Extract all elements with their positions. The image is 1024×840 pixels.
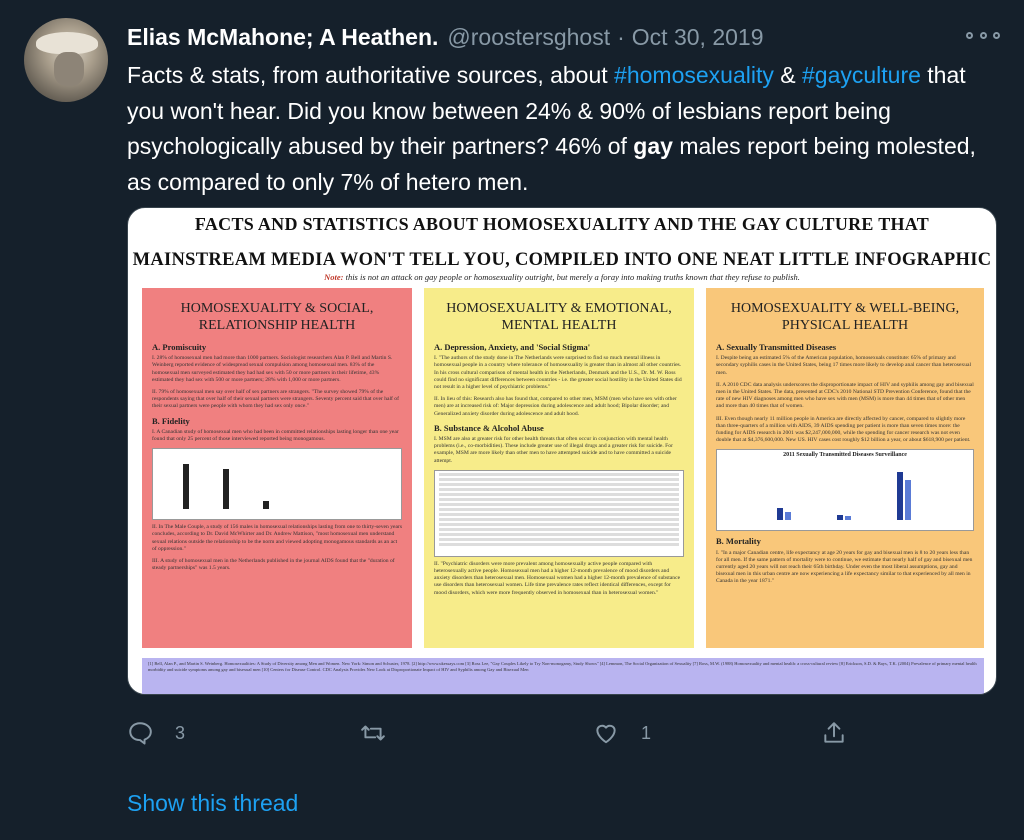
reply-button[interactable]: 3 [127, 720, 185, 746]
reply-count: 3 [175, 722, 186, 743]
paragraph: II. 79% of homosexual men say over half … [152, 389, 399, 410]
paragraph: I. 28% of homosexual men had more than 1… [152, 355, 393, 383]
chart-title: 2011 Sexually Transmitted Diseases Surve… [783, 452, 907, 459]
infographic-title-line2: MAINSTREAM MEDIA WON'T TELL YOU, COMPILE… [132, 250, 992, 270]
tweet-text: Facts & stats, from authoritative source… [127, 58, 1002, 200]
chart-bar [837, 515, 843, 521]
column-physical-health: HOMOSEXUALITY & WELL-BEING, PHYSICAL HEA… [706, 288, 984, 648]
like-button[interactable]: 1 [593, 720, 651, 746]
tweet-actions: 3 1 [127, 720, 847, 748]
section-heading: A. Depression, Anxiety, and 'Social Stig… [434, 342, 591, 352]
paragraph: III. Even though nearly 11 million peopl… [716, 415, 971, 444]
paragraph: I. MSM are also at greater risk for othe… [434, 436, 673, 464]
infographic-title-line1: FACTS AND STATISTICS ABOUT HOMOSEXUALITY… [194, 214, 930, 234]
reply-icon [129, 722, 152, 745]
column-social-health: HOMOSEXUALITY & SOCIAL, RELATIONSHIP HEA… [142, 288, 412, 648]
show-thread-link[interactable]: Show this thread [127, 790, 298, 817]
share-icon [824, 722, 844, 743]
column-heading: HOMOSEXUALITY & SOCIAL, RELATIONSHIP HEA… [180, 301, 374, 333]
retweet-button[interactable] [360, 720, 408, 746]
prevalence-table-image [434, 469, 684, 557]
paragraph: III. A study of homosexual men in the Ne… [152, 558, 395, 572]
column-heading: HOMOSEXUALITY & EMOTIONAL, MENTAL HEALTH [446, 301, 672, 333]
author-avatar[interactable] [24, 18, 108, 102]
author-handle[interactable]: @roostersghost [447, 24, 610, 51]
tweet-text-part: Facts & stats, from authoritative source… [127, 62, 615, 88]
column-mental-health: HOMOSEXUALITY & EMOTIONAL, MENTAL HEALTH… [424, 288, 694, 648]
tweet-date[interactable]: Oct 30, 2019 [632, 24, 764, 51]
hashtag-homosexuality[interactable]: #homosexuality [614, 62, 774, 88]
chart-bar [263, 501, 269, 510]
like-count: 1 [641, 722, 652, 743]
author-name[interactable]: Elias McMahone; A Heathen. [127, 24, 438, 51]
chart-bar [777, 508, 783, 521]
chart-bar [897, 472, 903, 521]
avatar-face [54, 52, 84, 86]
chart-bar [845, 516, 851, 521]
tweet-text-part: & [773, 62, 802, 88]
chart-bar [785, 512, 791, 521]
tweet-text-bold: gay [633, 133, 673, 159]
tweet-header: Elias McMahone; A Heathen. @roostersghos… [127, 22, 764, 52]
section-heading: B. Fidelity [152, 415, 190, 426]
fidelity-chart-image [152, 448, 402, 521]
section-heading: A. Sexually Transmitted Diseases [716, 342, 837, 352]
heart-icon [596, 724, 616, 744]
section-heading: B. Mortality [716, 536, 761, 547]
paragraph: I. A Canadian study of homosexual men wh… [152, 428, 399, 443]
header-separator: · [617, 23, 625, 50]
section-heading: A. Promiscuity [152, 342, 207, 352]
more-options-icon[interactable] [966, 24, 1000, 46]
paragraph: II. A 2010 CDC data analysis underscores… [716, 381, 974, 410]
share-button[interactable] [821, 720, 847, 746]
paragraph: II. In lieu of this: Research also has f… [434, 396, 677, 417]
paragraph: I. Despite being an estimated 5% of the … [716, 355, 972, 376]
infographic-note: Note: this is not an attack on gay peopl… [128, 272, 996, 282]
chart-bar [183, 464, 189, 510]
note-label: Note: [324, 272, 344, 282]
chart-bar [905, 480, 911, 521]
paragraph: II. In The Male Couple, a study of 156 m… [152, 524, 403, 552]
hashtag-gayculture[interactable]: #gayculture [802, 62, 921, 88]
avatar-hat [36, 32, 98, 54]
references-footer: [1] Bell, Alan P., and Martin S. Weinber… [142, 658, 984, 694]
std-surveillance-chart-image: 2011 Sexually Transmitted Diseases Surve… [716, 449, 974, 532]
column-heading: HOMOSEXUALITY & WELL-BEING, PHYSICAL HEA… [730, 301, 960, 333]
chart-bar [223, 469, 229, 510]
section-heading: B. Substance & Alcohol Abuse [434, 422, 544, 433]
note-text: this is not an attack on gay people or h… [343, 272, 800, 282]
paragraph: II. "Psychiatric disorders were more pre… [434, 560, 681, 596]
tweet-media-image[interactable]: FACTS AND STATISTICS ABOUT HOMOSEXUALITY… [127, 207, 997, 695]
paragraph: I. "In a major Canadian centre, life exp… [716, 549, 973, 585]
retweet-icon [361, 725, 385, 741]
paragraph: I. "The authors of the study done in The… [434, 355, 682, 391]
